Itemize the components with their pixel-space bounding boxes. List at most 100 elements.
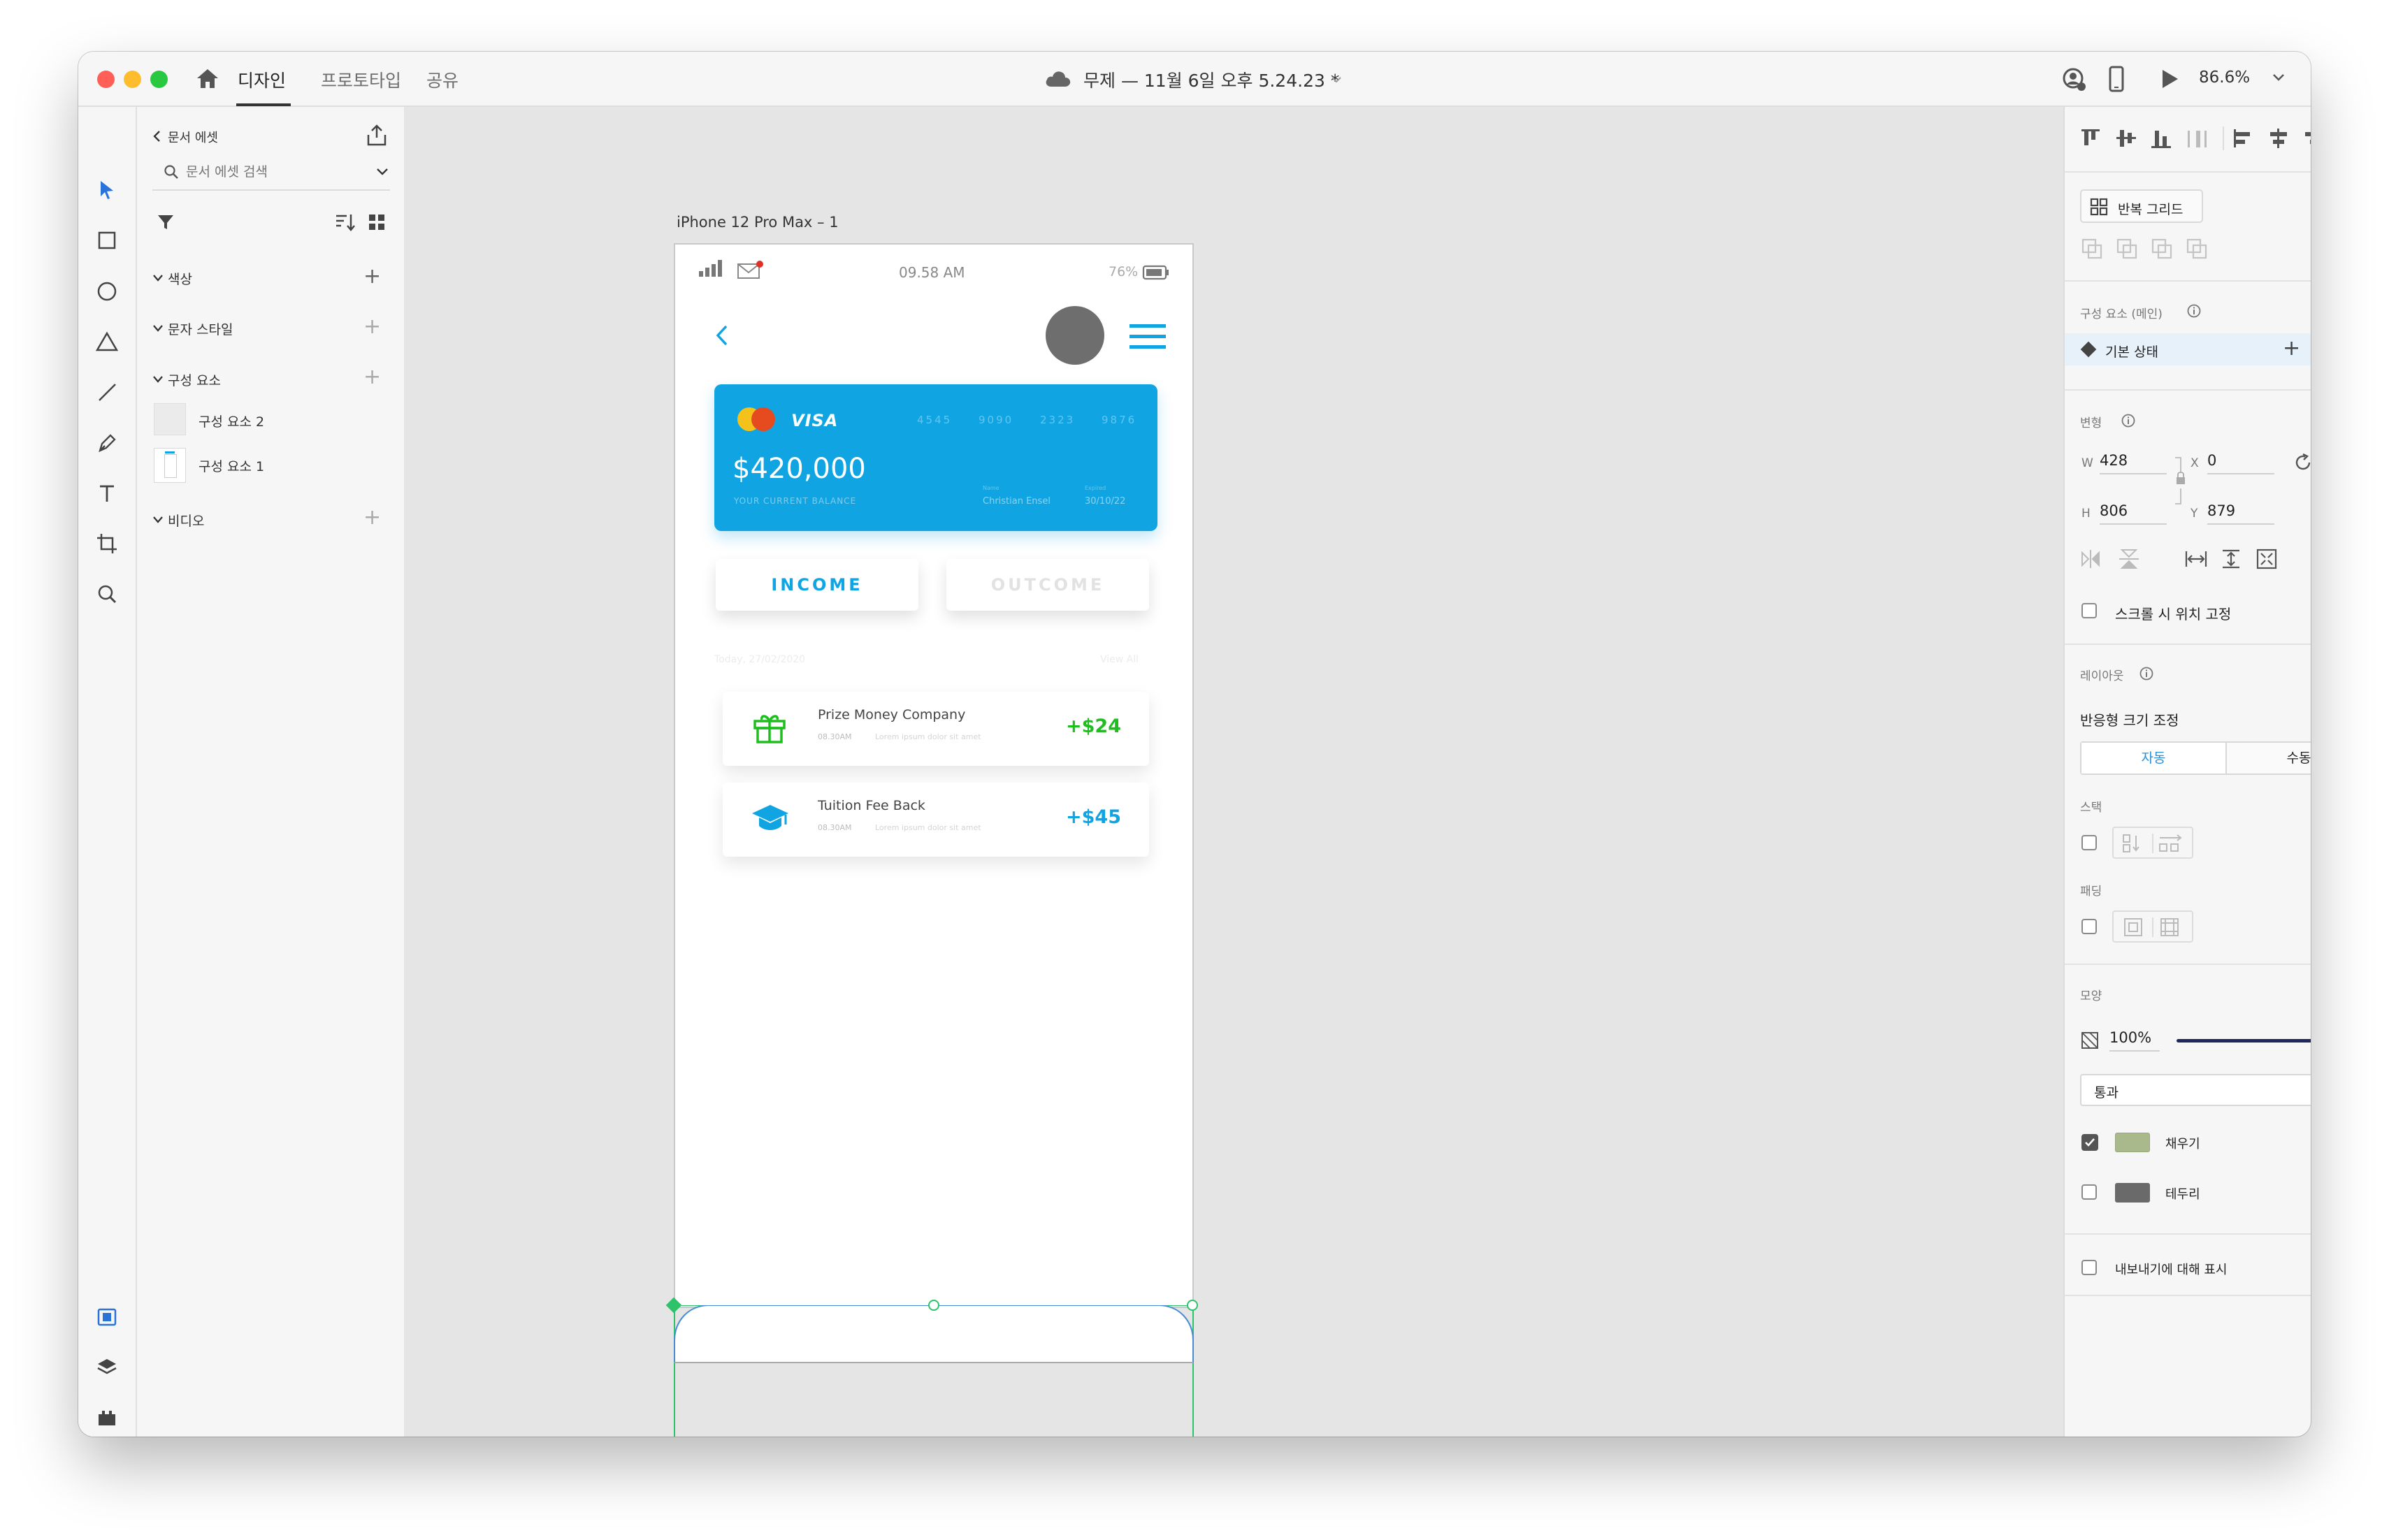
select-tool-button[interactable] xyxy=(93,176,121,204)
view-all-link[interactable]: View All xyxy=(1100,654,1139,665)
add-char-style-button[interactable]: + xyxy=(363,317,381,337)
tab-design[interactable]: 디자인 xyxy=(238,67,286,92)
selection-handle-center[interactable] xyxy=(928,1300,939,1311)
device-preview-icon[interactable] xyxy=(2108,66,2125,92)
colors-expand-icon[interactable] xyxy=(152,273,164,283)
hamburger-menu-icon[interactable] xyxy=(1128,323,1167,351)
lock-aspect-icon[interactable] xyxy=(2170,456,2190,505)
opacity-field[interactable]: 100% xyxy=(2109,1029,2160,1052)
component-1-label[interactable]: 구성 요소 1 xyxy=(199,456,264,475)
boolean-ops-icons[interactable] xyxy=(2080,237,2217,261)
blend-mode-select[interactable]: 통과 xyxy=(2080,1074,2311,1106)
selected-component-outline[interactable] xyxy=(674,1305,1194,1437)
components-expand-icon[interactable] xyxy=(152,375,164,384)
home-icon[interactable] xyxy=(196,67,219,89)
vertical-align-icons[interactable] xyxy=(2080,126,2213,150)
back-chevron-icon[interactable] xyxy=(152,129,162,143)
rectangle-tool-button[interactable] xyxy=(93,226,121,254)
layout-info-icon[interactable] xyxy=(2139,666,2154,681)
artboard-screen[interactable]: 09.58 AM 76% VISA 4545 9090 2323 9876 $4… xyxy=(674,243,1194,1308)
stack-checkbox[interactable] xyxy=(2081,835,2097,850)
y-field[interactable]: 879 xyxy=(2207,502,2274,525)
share-export-icon[interactable] xyxy=(365,124,389,147)
chevron-down-icon[interactable] xyxy=(1331,75,1342,84)
avatar[interactable] xyxy=(1046,306,1104,365)
card-brand: VISA xyxy=(791,411,839,430)
fix-on-scroll-checkbox[interactable] xyxy=(2081,603,2097,618)
border-checkbox[interactable] xyxy=(2081,1184,2097,1200)
balance-card[interactable]: VISA 4545 9090 2323 9876 $420,000 YOUR C… xyxy=(714,384,1157,531)
maximize-window-button[interactable] xyxy=(150,71,168,88)
sort-icon[interactable] xyxy=(334,212,355,233)
transaction-row[interactable]: Tuition Fee Back 08.30AM Lorem ipsum dol… xyxy=(723,783,1149,857)
repeat-grid-button[interactable]: 반복 그리드 xyxy=(2080,189,2203,223)
border-color-swatch[interactable] xyxy=(2115,1183,2150,1203)
padding-checkbox[interactable] xyxy=(2081,919,2097,934)
x-field[interactable]: 0 xyxy=(2207,452,2274,474)
close-window-button[interactable] xyxy=(97,71,115,88)
artboard-label[interactable]: iPhone 12 Pro Max – 1 xyxy=(677,214,839,231)
section-components[interactable]: 구성 요소 xyxy=(168,370,221,389)
tab-prototype[interactable]: 프로토타입 xyxy=(321,67,401,92)
layers-button[interactable] xyxy=(93,1353,121,1381)
add-component-button[interactable]: + xyxy=(363,367,381,388)
transform-info-icon[interactable] xyxy=(2121,413,2136,428)
outcome-tab-button[interactable]: OUTCOME xyxy=(946,559,1149,611)
document-assets-button[interactable] xyxy=(93,1303,121,1331)
selection-handle-right[interactable] xyxy=(1187,1300,1198,1311)
text-tool-button[interactable] xyxy=(93,479,121,507)
user-share-icon[interactable] xyxy=(2062,67,2087,92)
section-video[interactable]: 비디오 xyxy=(168,511,204,530)
video-expand-icon[interactable] xyxy=(152,515,164,525)
design-canvas[interactable] xyxy=(405,107,2063,1437)
resize-auto-button[interactable]: 자동 xyxy=(2081,743,2225,773)
artboard-tool-button[interactable] xyxy=(93,530,121,558)
polygon-tool-button[interactable] xyxy=(93,328,121,356)
height-field[interactable]: 806 xyxy=(2100,502,2167,525)
income-tab-button[interactable]: INCOME xyxy=(716,559,918,611)
char-styles-expand-icon[interactable] xyxy=(152,324,164,333)
zoom-tool-button[interactable] xyxy=(93,580,121,608)
info-icon[interactable] xyxy=(2186,303,2202,319)
back-arrow-icon[interactable] xyxy=(714,324,730,347)
asset-search-input[interactable] xyxy=(186,161,340,182)
padding-mode-buttons[interactable] xyxy=(2112,910,2193,943)
fill-color-swatch[interactable] xyxy=(2115,1133,2150,1152)
search-filter-chevron-icon[interactable] xyxy=(376,167,389,177)
add-state-button[interactable]: + xyxy=(2283,336,2300,361)
grid-view-icon[interactable] xyxy=(368,213,386,231)
document-title[interactable]: 무제 — 11월 6일 오후 5.24.23 * xyxy=(1083,67,1339,92)
component-2-label[interactable]: 구성 요소 2 xyxy=(199,412,264,430)
stack-direction-buttons[interactable] xyxy=(2112,827,2193,859)
export-checkbox[interactable] xyxy=(2081,1260,2097,1275)
add-video-button[interactable]: + xyxy=(363,507,381,528)
transaction-amount: +$24 xyxy=(1066,715,1121,737)
flip-resize-icons[interactable] xyxy=(2080,547,2311,571)
fill-checkbox[interactable] xyxy=(2081,1134,2098,1151)
opacity-slider-track[interactable] xyxy=(2177,1039,2311,1043)
resize-manual-button[interactable]: 수동 xyxy=(2227,743,2311,773)
add-color-button[interactable]: + xyxy=(363,266,381,287)
tab-share[interactable]: 공유 xyxy=(426,67,459,92)
transaction-row[interactable]: Prize Money Company 08.30AM Lorem ipsum … xyxy=(723,692,1149,766)
default-state-row[interactable]: 기본 상태 + xyxy=(2065,333,2311,365)
component-2-thumbnail[interactable] xyxy=(154,403,186,435)
width-field[interactable]: 428 xyxy=(2100,452,2167,474)
opacity-icon xyxy=(2081,1032,2098,1049)
pen-tool-button[interactable] xyxy=(93,429,121,457)
play-preview-icon[interactable] xyxy=(2160,68,2179,89)
horizontal-align-icons[interactable] xyxy=(2232,126,2311,150)
plugins-button[interactable] xyxy=(93,1404,121,1432)
component-1-thumbnail[interactable] xyxy=(154,448,186,483)
assets-back-label[interactable]: 문서 에셋 xyxy=(168,128,218,146)
filter-icon[interactable] xyxy=(157,213,175,231)
ellipse-tool-button[interactable] xyxy=(93,277,121,305)
section-colors[interactable]: 색상 xyxy=(168,269,192,288)
artboard-iphone[interactable]: 09.58 AM 76% VISA 4545 9090 2323 9876 $4… xyxy=(665,243,1198,1437)
panel-divider xyxy=(2065,964,2311,965)
zoom-chevron-icon[interactable] xyxy=(2272,73,2286,82)
minimize-window-button[interactable] xyxy=(124,71,141,88)
zoom-level[interactable]: 86.6% xyxy=(2199,68,2250,87)
section-char-styles[interactable]: 문자 스타일 xyxy=(168,319,233,338)
line-tool-button[interactable] xyxy=(93,378,121,406)
